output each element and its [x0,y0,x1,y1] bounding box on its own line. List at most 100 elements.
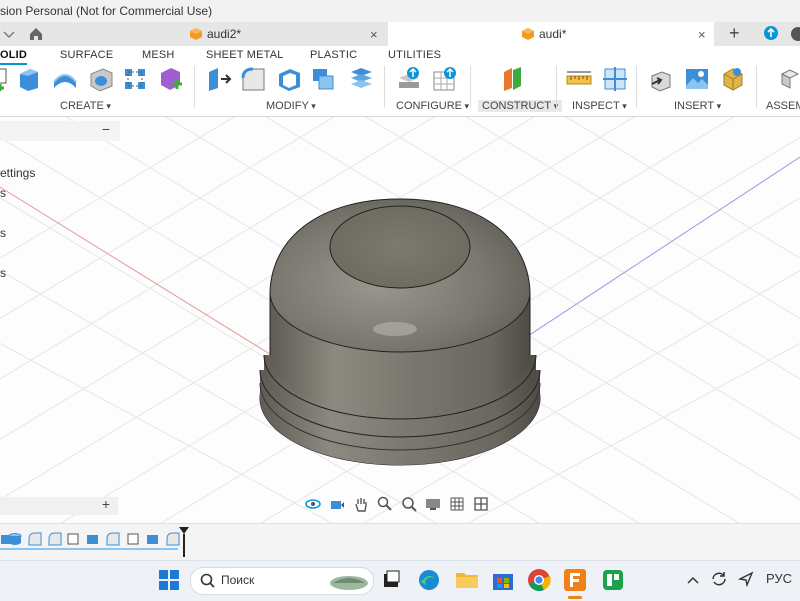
configure-group-menu[interactable]: CONFIGURE [396,100,469,112]
document-cube-icon [522,28,534,40]
fit-icon[interactable] [398,495,420,513]
rectangular-pattern-icon[interactable] [122,66,148,92]
chevron-down-icon[interactable] [2,28,16,40]
viewports-icon[interactable] [470,495,492,513]
ribbon-divider [556,66,557,108]
insert-mcmaster-icon[interactable] [720,66,746,92]
taskbar-search-box[interactable]: Поиск [190,567,374,595]
browser-item-origin[interactable]: s [0,226,6,240]
search-icon [200,573,215,588]
ribbon-divider [384,66,385,108]
timeline-marker-icon[interactable] [178,526,190,558]
ribbon-tab-solid[interactable]: OLID [0,49,28,65]
shell-icon[interactable] [276,66,302,92]
file-explorer-icon[interactable] [454,567,480,593]
home-icon[interactable] [28,27,44,41]
ribbon-tab-utilities[interactable]: UTILITIES [388,49,441,61]
browser-item-bodies[interactable]: s [0,266,6,280]
ribbon-divider [470,66,471,108]
close-tab-button[interactable]: × [370,27,378,42]
windows-start-icon[interactable] [156,567,182,593]
ribbon-divider [194,66,195,108]
ribbon-tab-sheet-metal[interactable]: SHEET METAL [206,49,284,61]
timeline-sketch-icon[interactable] [126,532,140,546]
chrome-browser-icon[interactable] [526,567,552,593]
timeline-cylinder-icon[interactable] [8,532,22,546]
measure-icon[interactable] [566,66,592,92]
construct-group-menu[interactable]: CONSTRUCT [478,100,563,112]
tab-audi2[interactable]: audi2* × [190,22,385,46]
timeline-track [0,548,178,550]
timeline-extrude-icon[interactable] [146,532,160,546]
insert-canvas-icon[interactable] [684,66,710,92]
new-tab-button[interactable]: + [729,23,740,44]
cap-model[interactable] [259,198,541,466]
new-component-icon[interactable] [778,66,800,92]
sync-icon[interactable] [710,570,728,588]
timeline-extrude-icon[interactable] [86,532,100,546]
chevron-up-icon[interactable] [686,574,700,586]
extrude-icon[interactable] [16,66,42,92]
ribbon-divider [636,66,637,108]
timeline-sketch-icon[interactable] [66,532,80,546]
create-form-icon[interactable] [158,66,184,92]
display-settings-icon[interactable] [422,495,444,513]
configure-table-icon[interactable] [396,66,422,92]
fillet-icon[interactable] [240,66,266,92]
inspect-group-menu[interactable]: INSPECT [572,100,627,112]
insert-group-menu[interactable]: INSERT [674,100,721,112]
green-app-icon[interactable] [600,567,626,593]
close-tab-button[interactable]: × [698,27,706,42]
configure-rules-icon[interactable] [432,66,458,92]
search-input[interactable]: Поиск [221,573,254,587]
notification-icon[interactable] [790,27,800,41]
task-view-icon[interactable] [378,567,404,593]
section-analysis-icon[interactable] [602,66,628,92]
assemble-group-menu[interactable]: ASSEM [766,100,800,112]
document-cube-icon [190,28,202,40]
location-arrow-icon[interactable] [738,571,754,587]
ribbon-tab-mesh[interactable]: MESH [142,49,175,61]
modify-group-menu[interactable]: MODIFY [266,100,316,112]
zoom-icon[interactable] [374,495,396,513]
ribbon-tab-surface[interactable]: SURFACE [60,49,113,61]
offset-plane-icon[interactable] [500,66,526,92]
language-indicator[interactable]: РУС [766,571,792,586]
pan-hand-icon[interactable] [350,495,372,513]
upload-icon[interactable] [764,26,778,40]
revolve-icon[interactable] [52,66,78,92]
active-app-indicator [568,596,582,599]
align-icon[interactable] [348,66,374,92]
tab-label: audi* [539,27,567,41]
add-comment-button[interactable]: + [102,496,110,512]
hole-icon[interactable] [88,66,114,92]
timeline-fillet-icon[interactable] [28,532,42,546]
ribbon-divider [756,66,757,108]
tab-label: audi2* [207,27,242,41]
combine-icon[interactable] [310,66,336,92]
timeline-bar [0,523,800,561]
toolbar-ribbon: OLID SURFACE MESH SHEET METAL PLASTIC UT… [0,46,800,117]
grid-settings-icon[interactable] [446,495,468,513]
window-title: sion Personal (Not for Commercial Use) [0,4,213,18]
comments-panel: + [0,496,118,515]
timeline-fillet-icon[interactable] [106,532,120,546]
browser-item-document-settings[interactable]: ettings [0,166,35,180]
create-group-menu[interactable]: CREATE [60,100,111,112]
browser-panel-header: − [0,121,120,141]
microsoft-store-icon[interactable] [490,567,516,593]
collapse-browser-button[interactable]: − [102,121,110,137]
browser-item-named-views[interactable]: s [0,186,6,200]
document-tab-strip: audi2* × audi* × + [0,22,800,46]
edge-browser-icon[interactable] [416,567,442,593]
tab-audi[interactable]: audi* × [388,22,714,46]
look-at-icon[interactable] [326,495,348,513]
search-highlight-icon [330,576,368,590]
fusion360-app-icon[interactable] [562,567,588,593]
insert-derive-icon[interactable] [648,66,674,92]
press-pull-icon[interactable] [206,66,232,92]
navigation-bar [302,493,500,515]
ribbon-tab-plastic[interactable]: PLASTIC [310,49,357,61]
timeline-fillet-icon[interactable] [48,532,62,546]
orbit-icon[interactable] [302,495,324,513]
